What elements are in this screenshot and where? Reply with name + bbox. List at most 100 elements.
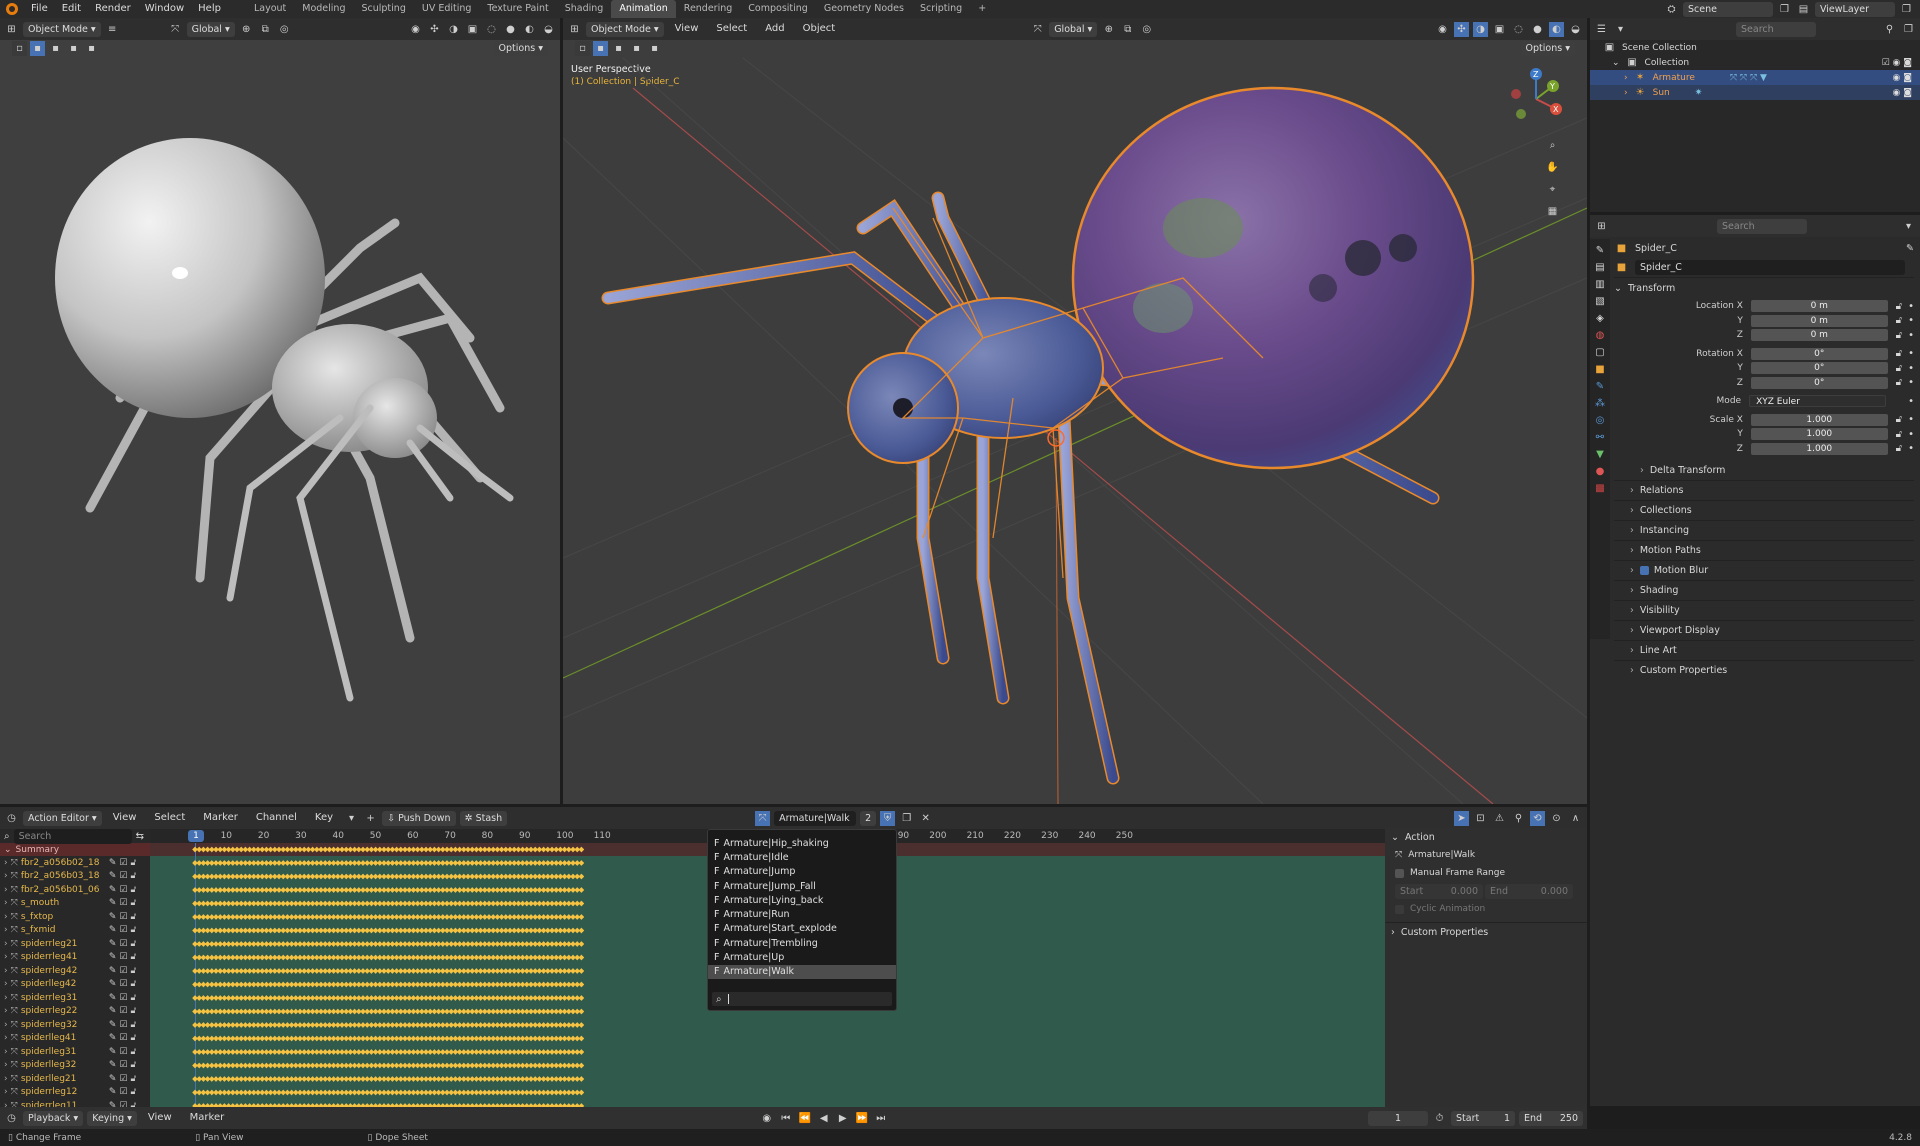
gizmo-icon[interactable]: ✣ — [427, 22, 442, 37]
new-scene-icon[interactable]: ❐ — [1777, 2, 1792, 17]
key-extra-icon[interactable]: ▾ — [344, 811, 359, 826]
jump-start-icon[interactable]: ⏮ — [778, 1111, 793, 1126]
lock-icon[interactable]: 🔓︎ — [1896, 301, 1902, 312]
channel-checkbox[interactable]: ☑ — [119, 885, 127, 895]
panel-shading[interactable]: Shading — [1614, 580, 1914, 600]
collection-tab-icon[interactable]: ▢ — [1595, 347, 1604, 358]
channel-checkbox[interactable]: ☑ — [119, 1074, 127, 1084]
channel-checkbox[interactable]: ☑ — [119, 979, 127, 989]
action-dropdown-item[interactable]: F Armature|Lying_back — [708, 893, 896, 907]
keyframe-marker[interactable] — [578, 1076, 585, 1082]
menu-view[interactable]: View — [106, 809, 144, 827]
panel-visibility[interactable]: Visibility — [1614, 600, 1914, 620]
filter-icon[interactable]: ⚲ — [1511, 811, 1526, 826]
channel-row[interactable]: › ⤧ fbr2_a056b02_18 ✎ ☑ 🔓︎ — [0, 856, 150, 870]
scale-z-field[interactable]: 1.000 — [1750, 442, 1888, 455]
tool-tab-icon[interactable]: ✎ — [1596, 245, 1604, 256]
scene-tab-icon[interactable]: ◈ — [1596, 313, 1604, 324]
channel-lock-icon[interactable]: 🔓︎ — [130, 952, 136, 962]
scene-selector[interactable]: Scene — [1683, 1, 1773, 17]
channel-lock-icon[interactable]: 🔓︎ — [130, 1047, 136, 1057]
view-layer-icon[interactable]: ▤ — [1796, 2, 1811, 17]
channel-checkbox[interactable]: ☑ — [119, 1033, 127, 1043]
menu-icon[interactable]: ≡ — [105, 22, 120, 37]
channel-lock-icon[interactable]: 🔓︎ — [130, 925, 136, 935]
record-icon[interactable]: ◉ — [759, 1111, 774, 1126]
object-tab-icon[interactable]: ■ — [1595, 364, 1604, 375]
keyframe-dot-icon[interactable]: • — [1908, 396, 1914, 407]
add-workspace-icon[interactable]: + — [970, 0, 994, 18]
lock-icon[interactable]: 🔓︎ — [1896, 443, 1902, 454]
scale-y-field[interactable]: 1.000 — [1750, 428, 1888, 441]
new-view-layer-icon[interactable]: ❐ — [1899, 2, 1914, 17]
channel-wrench-icon[interactable]: ✎ — [109, 979, 117, 989]
delta-transform-panel[interactable]: Delta Transform — [1614, 460, 1914, 480]
action-dropdown-item[interactable]: F Armature|Hip_shaking — [708, 836, 896, 850]
playback-menu[interactable]: Playback ▾ — [23, 1110, 84, 1126]
action-user-count[interactable]: 2 — [860, 810, 877, 826]
expand-arrow-icon[interactable]: › — [4, 939, 8, 949]
channel-wrench-icon[interactable]: ✎ — [109, 993, 117, 1003]
channel-lock-icon[interactable]: 🔓︎ — [130, 885, 136, 895]
camera-icon[interactable]: ⌖ — [1545, 182, 1560, 197]
navigation-gizmo[interactable]: X Y Z — [1501, 64, 1571, 134]
channel-row[interactable]: › ⤧ spiderrleg11 ✎ ☑ 🔓︎ — [0, 1099, 150, 1107]
interpolation-icon[interactable]: ∧ — [1568, 811, 1583, 826]
blender-logo-icon[interactable] — [6, 3, 18, 15]
channel-wrench-icon[interactable]: ✎ — [109, 1033, 117, 1043]
channel-checkbox[interactable]: ☑ — [119, 993, 127, 1003]
action-panel-header[interactable]: ⌄ Action — [1385, 828, 1587, 846]
rotation-z-field[interactable]: 0° — [1750, 376, 1888, 389]
action-browse-icon[interactable]: ⤧ — [755, 810, 771, 826]
channel-row[interactable]: › ⤧ spiderrleg32 ✎ ☑ 🔓︎ — [0, 1018, 150, 1032]
channel-lock-icon[interactable]: 🔓︎ — [130, 1033, 136, 1043]
next-key-icon[interactable]: ⏩ — [854, 1111, 869, 1126]
keyframe-marker[interactable] — [578, 941, 585, 947]
channel-lock-icon[interactable]: 🔓︎ — [130, 966, 136, 976]
location-z-field[interactable]: 0 m — [1750, 329, 1888, 342]
menu-key[interactable]: Key — [308, 809, 340, 827]
lock-icon[interactable]: 🔓︎ — [1896, 348, 1902, 359]
transform-panel-header[interactable]: ⌄ Transform — [1614, 277, 1914, 299]
panel-motion-paths[interactable]: Motion Paths — [1614, 540, 1914, 560]
channel-checkbox[interactable]: ☑ — [119, 858, 127, 868]
constraints-tab-icon[interactable]: ⚯ — [1596, 432, 1604, 443]
expand-arrow-icon[interactable]: › — [4, 885, 8, 895]
channel-wrench-icon[interactable]: ✎ — [109, 925, 117, 935]
object-name-field[interactable]: Spider_C — [1635, 259, 1905, 275]
editor-type-icon[interactable]: ⊞ — [4, 22, 19, 37]
viewport-right[interactable]: ⊞ Object Mode ▾ View Select Add Object ⤧… — [563, 18, 1587, 804]
channel-checkbox[interactable]: ☑ — [119, 912, 127, 922]
outliner-visibility-icons[interactable]: ◉ ◙ — [1893, 88, 1920, 98]
outliner-visibility-icons[interactable]: ☑ ◉ ◙ — [1882, 58, 1920, 68]
channel-row[interactable]: › ⤧ spiderrleg22 ✎ ☑ 🔓︎ — [0, 1005, 150, 1019]
world-tab-icon[interactable]: ◍ — [1596, 330, 1605, 341]
channel-lock-icon[interactable]: 🔓︎ — [130, 858, 136, 868]
view-layer-tab-icon[interactable]: ▧ — [1595, 296, 1604, 307]
play-icon[interactable]: ▶ — [835, 1111, 850, 1126]
manual-frame-range-row[interactable]: Manual Frame Range — [1385, 864, 1587, 882]
menu-view[interactable]: View — [141, 1109, 179, 1127]
tab-sculpting[interactable]: Sculpting — [353, 0, 413, 18]
select-subtract-icon[interactable]: ▪ — [66, 41, 81, 56]
filter-icon[interactable]: ⚲ — [1882, 22, 1897, 37]
show-hidden-icon[interactable]: ⊡ — [1473, 811, 1488, 826]
action-dropdown-item[interactable]: F Armature|Trembling — [708, 936, 896, 950]
channel-wrench-icon[interactable]: ✎ — [109, 1074, 117, 1084]
tab-compositing[interactable]: Compositing — [740, 0, 816, 18]
play-reverse-icon[interactable]: ◀ — [816, 1111, 831, 1126]
outliner-row-collection[interactable]: ⌄ ▣ Collection ☑ ◉ ◙ — [1590, 55, 1920, 70]
rotation-y-field[interactable]: 0° — [1750, 362, 1888, 375]
select-extend-icon[interactable]: ▪ — [48, 41, 63, 56]
panel-line-art[interactable]: Line Art — [1614, 640, 1914, 660]
pan-hand-icon[interactable]: ✋ — [1545, 160, 1560, 175]
keyframe-dot-icon[interactable]: • — [1908, 414, 1914, 425]
lock-icon[interactable]: 🔓︎ — [1896, 429, 1902, 440]
keyframe-marker[interactable] — [578, 846, 585, 853]
menu-edit[interactable]: Edit — [55, 0, 88, 18]
orientation-select[interactable]: Global ▾ — [186, 21, 235, 37]
lock-icon[interactable]: 🔓︎ — [1896, 414, 1902, 425]
channel-row[interactable]: › ⤧ spiderrleg31 ✎ ☑ 🔓︎ — [0, 991, 150, 1005]
expand-arrow-icon[interactable]: › — [1624, 73, 1628, 83]
channel-row[interactable]: › ⤧ spiderrleg12 ✎ ☑ 🔓︎ — [0, 1086, 150, 1100]
